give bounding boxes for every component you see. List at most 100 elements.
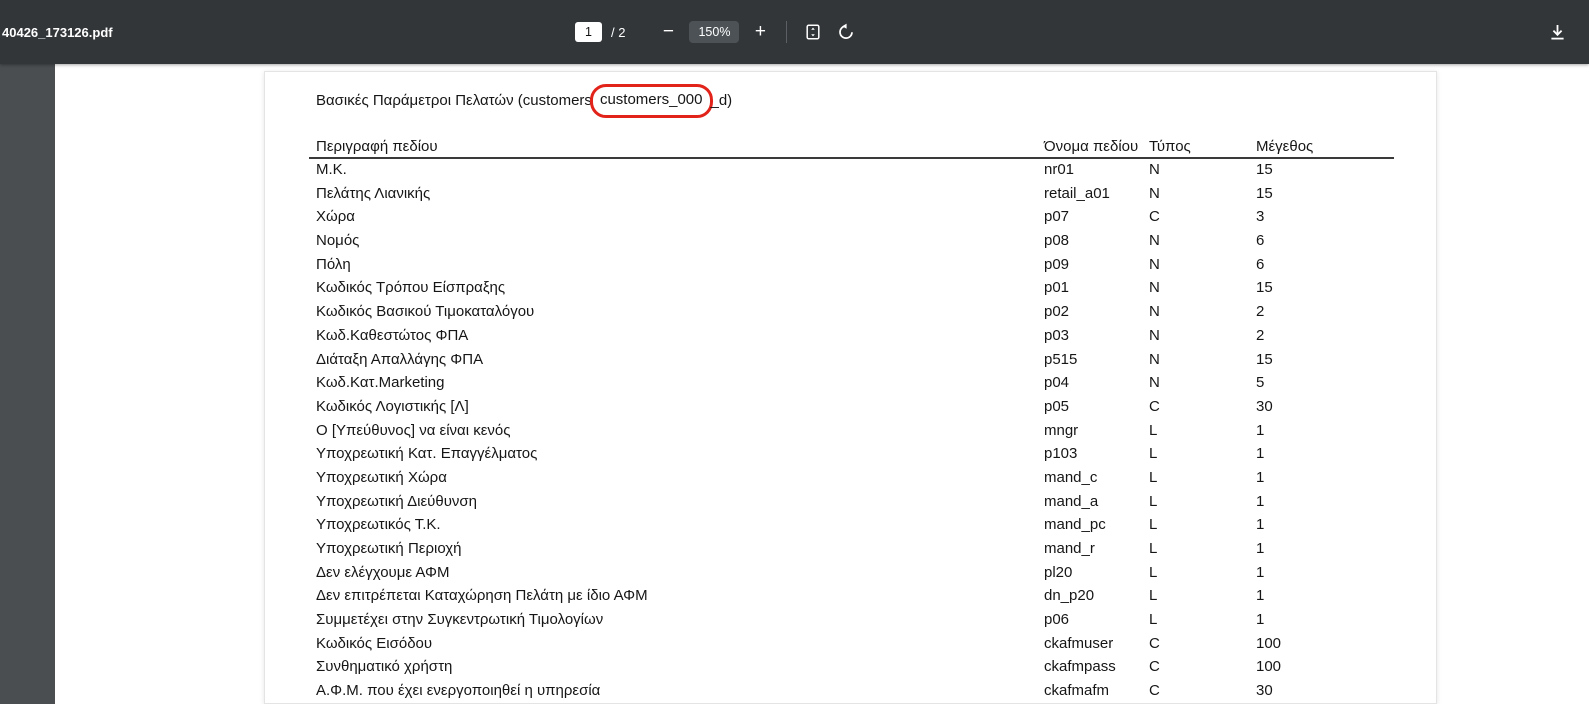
fit-page-button[interactable] <box>801 19 825 45</box>
cell-field-name: p03 <box>1044 326 1070 344</box>
table-row: Συμμετέχει στην Συγκεντρωτική Τιμολογίων… <box>265 608 1436 632</box>
table-row: Πελάτης Λιανικής retail_a01 N 15 <box>265 182 1436 206</box>
cell-field-name: p01 <box>1044 279 1070 297</box>
cell-size: 15 <box>1256 184 1273 202</box>
cell-size: 2 <box>1256 303 1265 321</box>
table-row: Κωδικός Λογιστικής [Λ] p05 C 30 <box>265 395 1436 419</box>
page-number-input[interactable]: 1 <box>575 22 602 42</box>
table-row: Ο [Υπεύθυνος] να είναι κενός mngr L 1 <box>265 419 1436 443</box>
cell-size: 1 <box>1256 611 1265 629</box>
download-button[interactable] <box>1545 19 1569 45</box>
cell-size: 3 <box>1256 208 1265 226</box>
table-row: Συνθηματικό χρήστη ckafmpass C 100 <box>265 655 1436 679</box>
cell-size: 6 <box>1256 232 1265 250</box>
cell-size: 100 <box>1256 634 1282 652</box>
cell-description: Δεν επιτρέπεται Καταχώρηση Πελάτη με ίδι… <box>316 587 648 605</box>
cell-description: Ο [Υπεύθυνος] να είναι κενός <box>316 421 511 439</box>
column-header-field-name: Όνομα πεδίου <box>1044 138 1139 155</box>
table-row: Υποχρεωτικός Τ.Κ. mand_pc L 1 <box>265 513 1436 537</box>
column-header-description: Περιγραφή πεδίου <box>316 138 438 155</box>
fit-page-icon <box>804 23 822 41</box>
cell-field-name: p515 <box>1044 350 1078 368</box>
cell-type: N <box>1149 255 1160 273</box>
title-text-before: Βασικές Παράμετροι Πελατών (customers <box>316 92 592 109</box>
cell-field-name: ckafmafm <box>1044 682 1110 700</box>
cell-description: Συμμετέχει στην Συγκεντρωτική Τιμολογίων <box>316 611 604 629</box>
cell-type: L <box>1149 492 1158 510</box>
toolbar-divider <box>786 21 788 43</box>
cell-field-name: p02 <box>1044 303 1070 321</box>
cell-type: N <box>1149 374 1160 392</box>
cell-size: 1 <box>1256 540 1265 557</box>
cell-description: Α.Φ.Μ. που έχει ενεργοποιηθεί η υπηρεσία <box>316 682 601 700</box>
cell-description: Χώρα <box>316 208 355 226</box>
cell-size: 30 <box>1256 397 1273 415</box>
page-count-label: / 2 <box>611 24 626 40</box>
cell-field-name: mngr <box>1044 421 1079 439</box>
table-row: Υποχρεωτική Χώρα mand_c L 1 <box>265 466 1436 490</box>
cell-size: 15 <box>1256 350 1273 368</box>
cell-description: Πόλη <box>316 255 351 273</box>
cell-description: Νομός <box>316 232 360 250</box>
cell-size: 1 <box>1256 445 1265 463</box>
cell-field-name: p103 <box>1044 445 1078 463</box>
cell-type: C <box>1149 682 1160 700</box>
table-row: Α.Φ.Μ. που έχει ενεργοποιηθεί η υπηρεσία… <box>265 679 1436 703</box>
zoom-level-select[interactable]: 150% <box>689 21 740 43</box>
cell-field-name: mand_a <box>1044 492 1099 510</box>
cell-field-name: mand_c <box>1044 468 1098 486</box>
cell-description: Υποχρεωτική Περιοχή <box>316 540 462 557</box>
rotate-ccw-icon <box>837 23 855 41</box>
cell-description: Κωδικός Εισόδου <box>316 634 433 652</box>
rotate-button[interactable] <box>834 19 858 45</box>
document-filename: 40426_173126.pdf <box>2 24 113 40</box>
cell-size: 1 <box>1256 492 1265 510</box>
table-row: Νομός p08 N 6 <box>265 229 1436 253</box>
cell-size: 15 <box>1256 161 1273 178</box>
table-row: Διάταξη Απαλλάγης ΦΠΑ p515 N 15 <box>265 348 1436 372</box>
cell-description: Κωδικός Λογιστικής [Λ] <box>316 397 469 415</box>
table-row: Υποχρεωτική Διεύθυνση mand_a L 1 <box>265 490 1436 514</box>
cell-type: L <box>1149 611 1158 629</box>
table-row: Κωδικός Τρόπου Είσπραξης p01 N 15 <box>265 276 1436 300</box>
cell-field-name: mand_pc <box>1044 516 1106 534</box>
pdf-page: Βασικές Παράμετροι Πελατών (customers cus… <box>264 71 1437 704</box>
table-row: Υποχρεωτική Περιοχή mand_r L 1 <box>265 537 1436 561</box>
column-header-size: Μέγεθος <box>1256 138 1314 155</box>
cell-field-name: pl20 <box>1044 563 1073 581</box>
cell-field-name: p06 <box>1044 611 1070 629</box>
cell-description: Υποχρεωτικός Τ.Κ. <box>316 516 441 534</box>
table-row: Κωδ.Κατ.Marketing p04 N 5 <box>265 371 1436 395</box>
cell-size: 1 <box>1256 516 1265 534</box>
cell-type: L <box>1149 468 1158 486</box>
toolbar-center-controls: 1 / 2 − 150% + <box>575 0 858 64</box>
cell-field-name: dn_p20 <box>1044 587 1095 605</box>
cell-type: N <box>1149 184 1160 202</box>
cell-description: Κωδ.Καθεστώτος ΦΠΑ <box>316 326 469 344</box>
cell-field-name: p04 <box>1044 374 1070 392</box>
table-row: Κωδ.Καθεστώτος ΦΠΑ p03 N 2 <box>265 324 1436 348</box>
column-header-type: Τύπος <box>1149 138 1191 155</box>
cell-size: 15 <box>1256 279 1273 297</box>
table-row: Χώρα p07 C 3 <box>265 205 1436 229</box>
cell-description: Διάταξη Απαλλάγης ΦΠΑ <box>316 350 484 368</box>
cell-size: 1 <box>1256 587 1265 605</box>
title-text-after: _d) <box>710 92 733 109</box>
table-row: Μ.Κ. nr01 N 15 <box>265 158 1436 182</box>
cell-type: N <box>1149 279 1160 297</box>
cell-type: N <box>1149 326 1160 344</box>
cell-description: Μ.Κ. <box>316 161 347 178</box>
zoom-in-button[interactable]: + <box>748 19 772 45</box>
cell-type: C <box>1149 208 1160 226</box>
table-row: Κωδικός Βασικού Τιμοκαταλόγου p02 N 2 <box>265 300 1436 324</box>
cell-size: 1 <box>1256 421 1265 439</box>
cell-field-name: p09 <box>1044 255 1070 273</box>
document-title: Βασικές Παράμετροι Πελατών (customers cus… <box>316 84 732 118</box>
cell-type: N <box>1149 232 1160 250</box>
cell-description: Δεν ελέγχουμε ΑΦΜ <box>316 563 450 581</box>
cell-size: 6 <box>1256 255 1265 273</box>
zoom-out-button[interactable]: − <box>656 19 680 45</box>
cell-type: L <box>1149 516 1158 534</box>
table-row: Πόλη p09 N 6 <box>265 253 1436 277</box>
cell-description: Κωδικός Τρόπου Είσπραξης <box>316 279 506 297</box>
